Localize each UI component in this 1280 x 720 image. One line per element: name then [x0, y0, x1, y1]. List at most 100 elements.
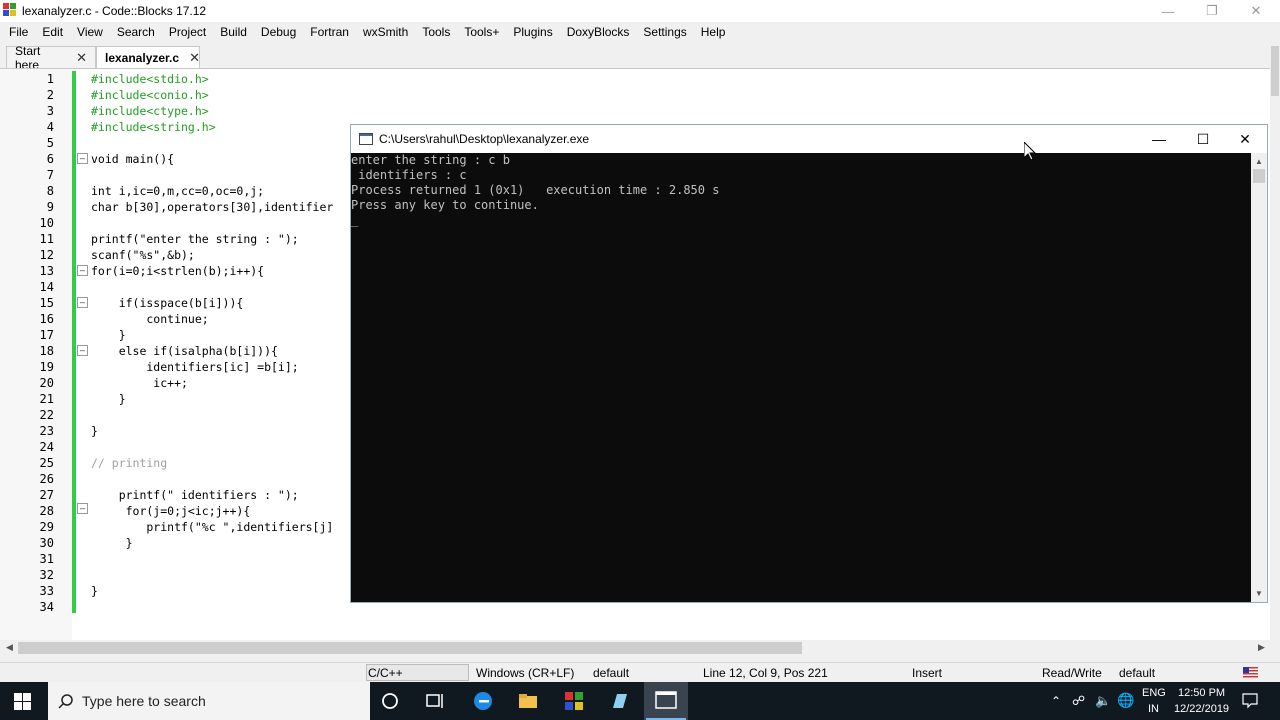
file-explorer-icon[interactable] [517, 690, 539, 712]
code-text: } [91, 328, 126, 342]
close-button[interactable]: ✕ [1234, 0, 1278, 22]
menu-file[interactable]: File [2, 25, 35, 39]
restore-button[interactable]: ❐ [1190, 0, 1234, 22]
task-view-icon[interactable] [424, 690, 446, 712]
editor-vertical-scrollbar[interactable] [1270, 44, 1280, 656]
code-line: for(i=0;i<strlen(b);i++){ [91, 263, 264, 279]
minimize-button[interactable]: — [1146, 0, 1190, 22]
volume-icon[interactable]: 🔈 [1095, 693, 1111, 709]
fold-toggle[interactable]: – [77, 345, 88, 356]
console-taskbar-button[interactable] [644, 682, 688, 720]
notepad-icon[interactable] [608, 690, 630, 712]
line-number: 5 [46, 136, 54, 150]
menu-edit[interactable]: Edit [35, 25, 70, 39]
menu-fortran[interactable]: Fortran [303, 25, 356, 39]
console-output[interactable]: enter the string : c b identifiers : c P… [351, 153, 1251, 602]
scroll-right-icon[interactable]: ▶ [1258, 642, 1265, 653]
code-line: } [91, 391, 126, 407]
tab-start-here[interactable]: Start here ✕ [6, 44, 96, 72]
menu-debug[interactable]: Debug [254, 25, 303, 39]
console-close-button[interactable]: ✕ [1223, 125, 1267, 153]
line-number: 25 [39, 456, 54, 470]
status-position: Line 12, Col 9, Pos 221 [703, 666, 828, 680]
line-number: 33 [39, 584, 54, 598]
line-number: 10 [39, 216, 54, 230]
code-line: #include<conio.h> [91, 87, 209, 103]
taskbar-search-box[interactable]: Type here to search [48, 682, 370, 720]
code-text: if(isspace(b[i])){ [91, 296, 244, 310]
vertical-scroll-thumb[interactable] [1271, 46, 1279, 96]
cortana-icon[interactable] [379, 690, 401, 712]
codeblocks-taskbar-icon[interactable] [563, 690, 585, 712]
menu-tools[interactable]: Tools [415, 25, 457, 39]
code-line: } [91, 423, 98, 439]
console-title-bar[interactable]: C:\Users\rahul\Desktop\lexanalyzer.exe —… [351, 125, 1267, 153]
tab-lexanalyzer[interactable]: lexanalyzer.c ✕ [96, 46, 200, 68]
horizontal-scroll-thumb[interactable] [18, 642, 802, 654]
fold-toggle[interactable]: – [77, 153, 88, 164]
close-tab-icon[interactable]: ✕ [189, 50, 200, 66]
window-title: lexanalyzer.c - Code::Blocks 17.12 [22, 4, 207, 18]
line-number: 32 [39, 568, 54, 582]
code-text: char b[30],operators[30],identifier [91, 200, 334, 214]
line-number: 17 [39, 328, 54, 342]
restore-icon: ❐ [1206, 3, 1218, 18]
console-scrollbar[interactable]: ▲ ▼ [1251, 153, 1267, 602]
code-line: #include<stdio.h> [91, 71, 209, 87]
code-text: for(j=0;j<ic;j++){ [91, 504, 251, 518]
code-text: else if(isalpha(b[i])){ [91, 344, 278, 358]
line-number: 14 [39, 280, 54, 294]
scroll-left-icon[interactable]: ◀ [6, 642, 13, 653]
line-number: 12 [39, 248, 54, 262]
scroll-down-icon[interactable]: ▼ [1255, 589, 1263, 598]
code-text: #include<ctype.h> [91, 104, 209, 118]
clock-date[interactable]: 12/22/2019 [1174, 703, 1229, 715]
code-line: if(isspace(b[i])){ [91, 295, 244, 311]
menu-build[interactable]: Build [213, 25, 254, 39]
line-number: 9 [46, 200, 54, 214]
editor-horizontal-scrollbar[interactable]: ◀ ▶ [0, 640, 1270, 656]
code-line: #include<string.h> [91, 119, 216, 135]
console-maximize-button[interactable]: ☐ [1181, 125, 1225, 153]
menu-project[interactable]: Project [162, 25, 213, 39]
code-line: scanf("%s",&b); [91, 247, 195, 263]
maximize-icon: ☐ [1196, 130, 1210, 147]
console-window[interactable]: C:\Users\rahul\Desktop\lexanalyzer.exe —… [350, 124, 1268, 603]
line-number: 34 [39, 600, 54, 614]
network-icon[interactable]: ☍ [1072, 693, 1085, 709]
menu-plugins[interactable]: Plugins [506, 25, 559, 39]
fold-toggle[interactable]: – [77, 297, 88, 308]
menu-settings[interactable]: Settings [636, 25, 693, 39]
us-flag-icon [1243, 667, 1258, 678]
console-minimize-button[interactable]: — [1137, 125, 1181, 153]
console-scroll-thumb[interactable] [1253, 169, 1265, 183]
fold-toggle[interactable]: – [77, 503, 88, 514]
console-line: enter the string : c b [351, 153, 510, 167]
line-number: 19 [39, 360, 54, 374]
menu-wxsmith[interactable]: wxSmith [356, 25, 415, 39]
code-line: else if(isalpha(b[i])){ [91, 343, 278, 359]
line-number: 21 [39, 392, 54, 406]
menu-search[interactable]: Search [110, 25, 162, 39]
tray-expand-icon[interactable]: ⌃ [1051, 694, 1061, 708]
language-indicator[interactable]: ENG [1142, 687, 1166, 699]
console-line: identifiers : c [351, 168, 467, 182]
code-line: int i,ic=0,m,cc=0,oc=0,j; [91, 183, 264, 199]
code-text: scanf("%s",&b); [91, 248, 195, 262]
menu-doxyblocks[interactable]: DoxyBlocks [560, 25, 637, 39]
code-line: void main(){ [91, 151, 174, 167]
menu-view[interactable]: View [70, 25, 110, 39]
code-line: printf("enter the string : "); [91, 231, 299, 247]
line-number: 28 [39, 504, 54, 518]
close-tab-icon[interactable]: ✕ [76, 50, 87, 66]
line-number: 22 [39, 408, 54, 422]
fold-toggle[interactable]: – [77, 265, 88, 276]
globe-icon[interactable]: 🌐 [1117, 692, 1134, 709]
scroll-up-icon[interactable]: ▲ [1255, 157, 1263, 166]
clock-time[interactable]: 12:50 PM [1178, 687, 1225, 699]
menu-tools-plus[interactable]: Tools+ [457, 25, 506, 39]
windows-start-icon[interactable] [14, 693, 31, 710]
menu-help[interactable]: Help [694, 25, 733, 39]
edge-browser-icon[interactable] [472, 690, 494, 712]
notifications-icon[interactable] [1242, 693, 1258, 709]
